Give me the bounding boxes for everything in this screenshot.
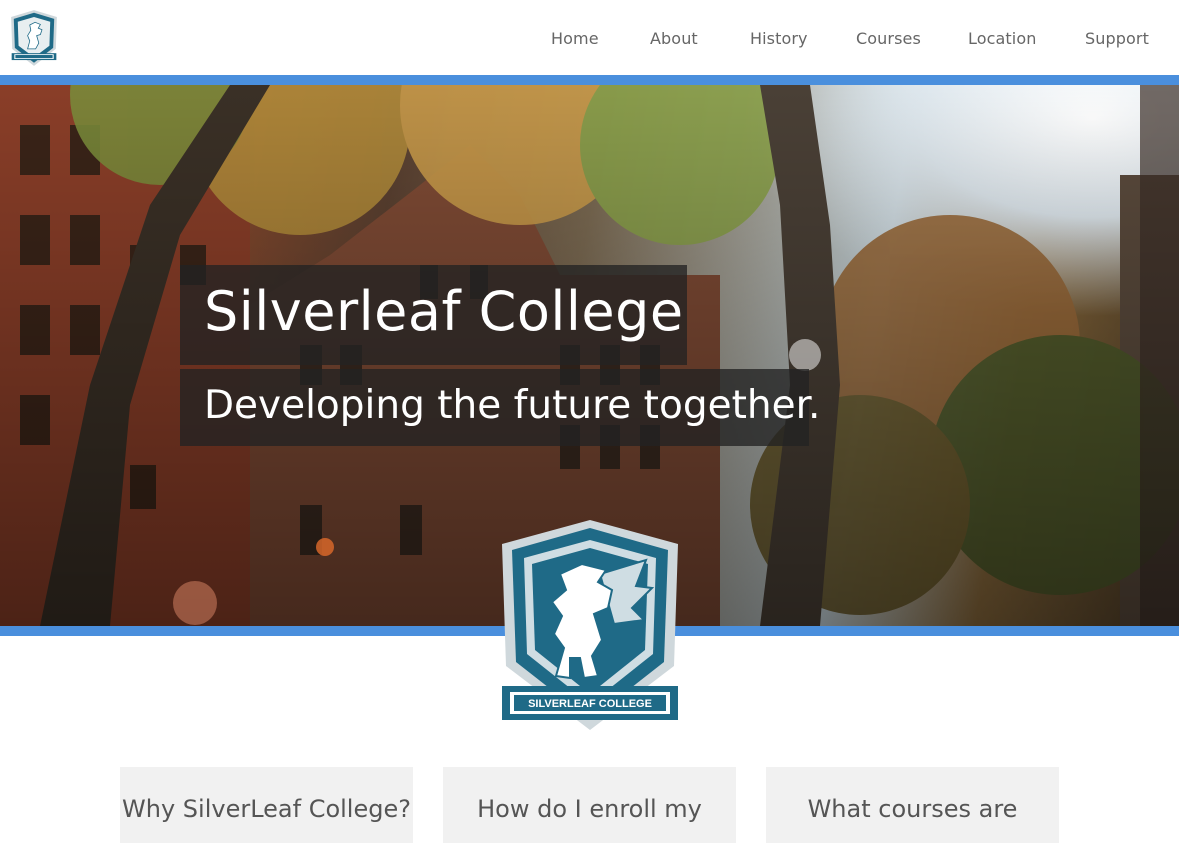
nav-courses-link[interactable]: Courses <box>856 29 921 48</box>
site-header: Home About History Courses Location Supp… <box>0 0 1179 75</box>
nav-history-link[interactable]: History <box>750 29 808 48</box>
nav-location-link[interactable]: Location <box>968 29 1036 48</box>
card-title: Why SilverLeaf College? <box>122 795 411 823</box>
main-nav: Home About History Courses Location Supp… <box>0 29 1179 53</box>
nav-home-link[interactable]: Home <box>551 29 599 48</box>
info-card-enroll[interactable]: How do I enroll my <box>443 767 736 843</box>
info-card-courses[interactable]: What courses are <box>766 767 1059 843</box>
crest-banner-text: SILVERLEAF COLLEGE <box>528 698 652 710</box>
hero-title: Silverleaf College <box>204 280 684 343</box>
card-title: How do I enroll my <box>477 795 702 823</box>
hero-subtitle: Developing the future together. <box>204 383 821 428</box>
nav-support-link[interactable]: Support <box>1085 29 1149 48</box>
college-crest-icon: SILVERLEAF COLLEGE <box>502 520 678 730</box>
nav-about-link[interactable]: About <box>650 29 698 48</box>
header-accent-bar <box>0 75 1179 85</box>
card-title: What courses are <box>807 795 1018 823</box>
info-card-why[interactable]: Why SilverLeaf College? <box>120 767 413 843</box>
